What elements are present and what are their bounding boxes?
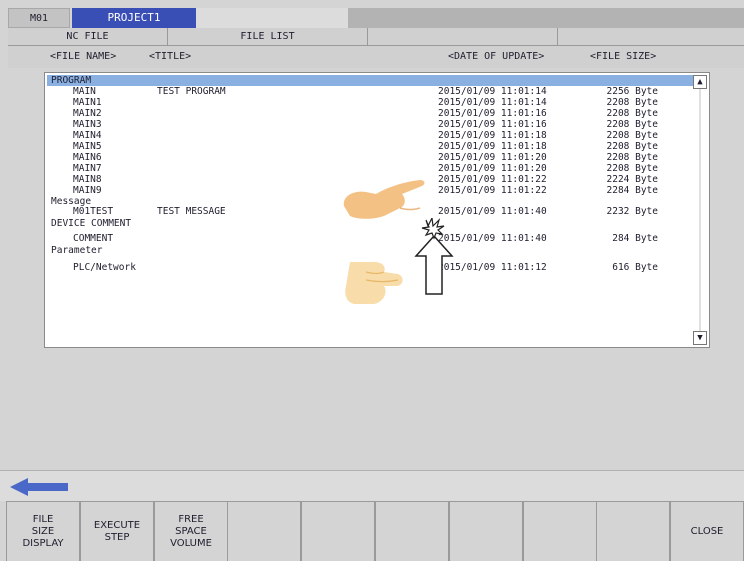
file-date: 2015/01/09 11:01:16 bbox=[438, 119, 547, 130]
file-group-label[interactable]: PROGRAM bbox=[51, 75, 91, 86]
function-key-4[interactable] bbox=[227, 501, 301, 561]
file-name[interactable]: MAIN5 bbox=[73, 141, 102, 152]
file-size: 616 Byte bbox=[612, 262, 658, 273]
file-size bbox=[598, 245, 658, 256]
menu-navigation-bar bbox=[0, 470, 744, 501]
file-name[interactable]: MAIN2 bbox=[73, 108, 102, 119]
file-name[interactable]: MAIN4 bbox=[73, 130, 102, 141]
file-size: 2208 Byte bbox=[606, 152, 658, 163]
function-key-8[interactable] bbox=[523, 501, 597, 561]
file-size: 284 Byte bbox=[612, 233, 658, 244]
file-size bbox=[598, 75, 658, 86]
file-name[interactable]: MAIN1 bbox=[73, 97, 102, 108]
file-name[interactable]: MAIN8 bbox=[73, 174, 102, 185]
function-key-1[interactable]: FILE SIZE DISPLAY bbox=[6, 501, 80, 561]
file-size: 2224 Byte bbox=[606, 174, 658, 185]
title-cell-empty bbox=[558, 28, 744, 45]
tap-arrow-icon bbox=[414, 218, 454, 295]
file-name[interactable]: MAIN6 bbox=[73, 152, 102, 163]
file-size bbox=[598, 218, 658, 229]
file-size: 2208 Byte bbox=[606, 108, 658, 119]
file-date: 2015/01/09 11:01:18 bbox=[438, 130, 547, 141]
function-key-7[interactable] bbox=[449, 501, 523, 561]
function-key-9[interactable] bbox=[596, 501, 670, 561]
scroll-up-button[interactable]: ▲ bbox=[693, 75, 707, 89]
column-header-file-name: <FILE NAME> bbox=[50, 51, 117, 62]
screen-group-label: NC FILE bbox=[8, 28, 168, 45]
file-date: 2015/01/09 11:01:22 bbox=[438, 174, 547, 185]
file-date: 2015/01/09 11:01:14 bbox=[438, 86, 547, 97]
column-header-file-size: <FILE SIZE> bbox=[590, 51, 657, 62]
file-size: 2256 Byte bbox=[606, 86, 658, 97]
file-size: 2208 Byte bbox=[606, 119, 658, 130]
column-header-row: <FILE NAME> <TITLE> <DATE OF UPDATE> <FI… bbox=[8, 46, 744, 68]
function-key-2[interactable]: EXECUTE STEP bbox=[80, 501, 154, 561]
function-key-6[interactable] bbox=[375, 501, 449, 561]
file-name[interactable]: PLC/Network bbox=[73, 262, 136, 273]
column-header-title: <TITLE> bbox=[149, 51, 192, 62]
file-size: 2208 Byte bbox=[606, 141, 658, 152]
pointing-hand-icon bbox=[343, 180, 425, 219]
scrollbar-track[interactable] bbox=[699, 89, 701, 331]
column-header-date: <DATE OF UPDATE> bbox=[448, 51, 545, 62]
function-key-10[interactable]: CLOSE bbox=[670, 501, 744, 561]
file-date: 2015/01/09 11:01:14 bbox=[438, 97, 547, 108]
file-name[interactable]: MAIN bbox=[73, 86, 96, 97]
file-size: 2208 Byte bbox=[606, 97, 658, 108]
title-cell-empty bbox=[368, 28, 558, 45]
tab-m01[interactable]: M01 bbox=[8, 8, 70, 28]
file-size: 2232 Byte bbox=[606, 206, 658, 217]
function-key-5[interactable] bbox=[301, 501, 375, 561]
file-name[interactable]: MAIN9 bbox=[73, 185, 102, 196]
tab-project[interactable]: PROJECT1 bbox=[72, 8, 196, 28]
file-date: 2015/01/09 11:01:40 bbox=[438, 206, 547, 217]
file-group-label[interactable]: DEVICE COMMENT bbox=[51, 218, 131, 229]
pointing-hand-icon bbox=[345, 262, 403, 304]
file-title: TEST PROGRAM bbox=[157, 86, 226, 97]
screen-title-row: NC FILE FILE LIST bbox=[8, 28, 744, 46]
file-size: 2284 Byte bbox=[606, 185, 658, 196]
status-field bbox=[196, 8, 348, 28]
file-group-label[interactable]: Parameter bbox=[51, 245, 102, 256]
file-name[interactable]: M01TEST bbox=[73, 206, 113, 217]
file-name[interactable]: MAIN3 bbox=[73, 119, 102, 130]
function-key-3[interactable]: FREE SPACE VOLUME bbox=[154, 501, 228, 561]
file-date: 2015/01/09 11:01:22 bbox=[438, 185, 547, 196]
file-date: 2015/01/09 11:01:18 bbox=[438, 141, 547, 152]
function-key-bar: FILE SIZE DISPLAY EXECUTE STEP FREE SPACE … bbox=[6, 501, 744, 561]
scroll-down-button[interactable]: ▼ bbox=[693, 331, 707, 345]
file-date: 2015/01/09 11:01:16 bbox=[438, 108, 547, 119]
back-arrow-icon[interactable] bbox=[10, 478, 68, 496]
file-size: 2208 Byte bbox=[606, 163, 658, 174]
file-title: TEST MESSAGE bbox=[157, 206, 226, 217]
file-name[interactable]: COMMENT bbox=[73, 233, 113, 244]
selected-row-highlight bbox=[47, 75, 693, 86]
file-size: 2208 Byte bbox=[606, 130, 658, 141]
status-field-right bbox=[348, 8, 744, 28]
file-date: 2015/01/09 11:01:20 bbox=[438, 152, 547, 163]
file-date: 2015/01/09 11:01:20 bbox=[438, 163, 547, 174]
file-name[interactable]: MAIN7 bbox=[73, 163, 102, 174]
screen-title: FILE LIST bbox=[168, 28, 368, 45]
